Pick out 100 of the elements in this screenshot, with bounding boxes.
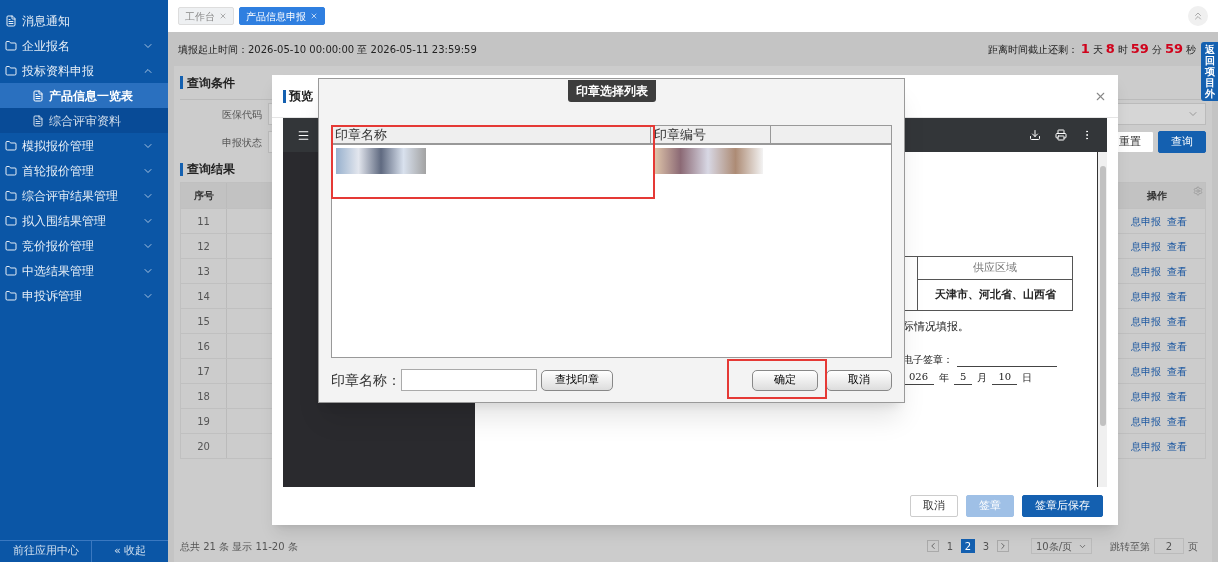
action-link[interactable]: 息申报 bbox=[1131, 263, 1161, 279]
date-value: 5 bbox=[954, 368, 973, 385]
sidebar-item[interactable]: 拟入围结果管理 bbox=[0, 208, 168, 233]
document-note: 际情况填报。 bbox=[903, 319, 970, 335]
sidebar-item[interactable]: 企业报名 bbox=[0, 33, 168, 58]
document-icon bbox=[32, 89, 44, 102]
action-link[interactable]: 查看 bbox=[1167, 338, 1187, 354]
button[interactable]: 签章后保存 bbox=[1022, 495, 1103, 517]
table-cell: 供应区域 bbox=[918, 257, 1072, 280]
action-link[interactable]: 查看 bbox=[1167, 238, 1187, 254]
page-number[interactable]: 1 bbox=[942, 539, 957, 553]
sidebar-item[interactable]: 模拟报价管理 bbox=[0, 133, 168, 158]
sidebar-item[interactable]: 综合评审结果管理 bbox=[0, 183, 168, 208]
table-cell-text: 天津市、河北省、山西省 bbox=[933, 286, 1057, 303]
field-label: 申报状态 bbox=[221, 135, 262, 150]
next-page-icon[interactable] bbox=[996, 540, 1009, 552]
column-header: 操作 bbox=[1147, 189, 1167, 203]
action-link[interactable]: 查看 bbox=[1167, 288, 1187, 304]
action-link[interactable]: 息申报 bbox=[1131, 413, 1161, 429]
jump-label: 跳转至第 bbox=[1110, 539, 1150, 554]
jump-suffix: 页 bbox=[1188, 539, 1198, 554]
collapse-link[interactable]: « 收起 bbox=[92, 541, 168, 562]
sidebar-subitem[interactable]: 产品信息一览表 bbox=[0, 83, 168, 108]
action-link[interactable]: 查看 bbox=[1167, 363, 1187, 379]
folder-icon bbox=[5, 189, 17, 202]
folder-icon bbox=[5, 239, 17, 252]
folder-icon bbox=[5, 289, 17, 302]
date-unit: 月 bbox=[977, 370, 988, 385]
table-cell: 18 bbox=[181, 384, 227, 408]
section-title: 查询条件 bbox=[187, 74, 235, 92]
modal-title: 预览 bbox=[289, 88, 313, 105]
settings-icon[interactable] bbox=[1193, 186, 1203, 196]
return-tab[interactable]: 返回项目外 bbox=[1201, 42, 1218, 101]
action-link[interactable]: 查看 bbox=[1167, 263, 1187, 279]
dialog-button[interactable]: 确定 bbox=[752, 369, 818, 391]
sidebar-item[interactable]: 消息通知 bbox=[0, 8, 168, 33]
action-link[interactable]: 息申报 bbox=[1131, 213, 1161, 229]
countdown-text: 距离时间截止还剩： 1 天 8 时 59 分 59 秒 bbox=[987, 40, 1197, 59]
action-link[interactable]: 查看 bbox=[1167, 213, 1187, 229]
sidebar-item[interactable]: 中选结果管理 bbox=[0, 258, 168, 283]
folder-icon bbox=[5, 39, 17, 52]
action-link[interactable]: 息申报 bbox=[1131, 288, 1161, 304]
jump-field[interactable]: 2 bbox=[1154, 538, 1184, 554]
document-icon bbox=[5, 14, 17, 27]
table-cell: 20 bbox=[181, 434, 227, 458]
table-cell: 15 bbox=[181, 309, 227, 333]
download-icon[interactable] bbox=[1029, 129, 1041, 141]
action-link[interactable]: 息申报 bbox=[1131, 438, 1161, 454]
page-number[interactable]: 3 bbox=[978, 539, 993, 553]
seal-name-field[interactable] bbox=[401, 369, 537, 391]
column-header: 序号 bbox=[181, 183, 227, 208]
printer-icon[interactable] bbox=[1055, 129, 1067, 141]
dialog-title: 印章选择列表 bbox=[567, 80, 656, 102]
table-cell: 14 bbox=[181, 284, 227, 308]
previous-page-icon[interactable] bbox=[926, 540, 939, 552]
sidebar-item[interactable]: 首轮报价管理 bbox=[0, 158, 168, 183]
collapse-up-button[interactable] bbox=[1188, 6, 1208, 26]
search-seal-button[interactable]: 查找印章 bbox=[541, 369, 613, 391]
table-cell: 16 bbox=[181, 334, 227, 358]
action-link[interactable]: 息申报 bbox=[1131, 363, 1161, 379]
action-link[interactable]: 查看 bbox=[1167, 388, 1187, 404]
action-link[interactable]: 查看 bbox=[1167, 438, 1187, 454]
sidebar-item[interactable]: 竞价报价管理 bbox=[0, 233, 168, 258]
page-size-select[interactable]: 10条/页 bbox=[1030, 538, 1092, 554]
button[interactable]: 查询 bbox=[1158, 131, 1206, 153]
chevrons-up-icon bbox=[1192, 10, 1204, 22]
column-header: 印章编号 bbox=[651, 126, 771, 143]
menu-icon[interactable] bbox=[297, 128, 310, 142]
date-unit: 日 bbox=[1022, 370, 1033, 385]
page-number[interactable]: 2 bbox=[960, 539, 975, 553]
period-text: 填报起止时间：2026-05-10 00:00:00 至 2026-05-11 23:59:59 bbox=[178, 42, 478, 57]
folder-icon bbox=[5, 139, 17, 152]
dialog-button[interactable]: 取消 bbox=[826, 369, 892, 391]
button[interactable]: 取消 bbox=[910, 495, 958, 517]
action-link[interactable]: 查看 bbox=[1167, 313, 1187, 329]
folder-icon bbox=[5, 214, 17, 227]
document-icon bbox=[32, 114, 44, 127]
table-cell: 13 bbox=[181, 259, 227, 283]
page-tab[interactable]: 工作台 bbox=[178, 7, 234, 25]
action-link[interactable]: 查看 bbox=[1167, 413, 1187, 429]
date-unit: 年 bbox=[939, 370, 950, 385]
table-cell: 11 bbox=[181, 209, 227, 233]
page-tab[interactable]: 产品信息申报 bbox=[239, 7, 325, 25]
action-link[interactable]: 息申报 bbox=[1131, 238, 1161, 254]
close-icon[interactable] bbox=[219, 12, 227, 20]
table-cell: 19 bbox=[181, 409, 227, 433]
action-link[interactable]: 息申报 bbox=[1131, 388, 1161, 404]
sidebar-item[interactable]: 投标资料申报 bbox=[0, 58, 168, 83]
pagination-summary: 总共 21 条 显示 11-20 条 bbox=[180, 539, 299, 554]
table-cell: 17 bbox=[181, 359, 227, 383]
table-cell: 12 bbox=[181, 234, 227, 258]
action-link[interactable]: 息申报 bbox=[1131, 338, 1161, 354]
field-label: 医保代码 bbox=[221, 107, 262, 122]
sidebar-subitem[interactable]: 综合评审资料 bbox=[0, 108, 168, 133]
folder-icon bbox=[5, 264, 17, 277]
section-title: 查询结果 bbox=[187, 161, 235, 178]
app-center-link[interactable]: 前往应用中心 bbox=[0, 541, 92, 562]
search-label: 印章名称： bbox=[331, 370, 397, 390]
sidebar-item[interactable]: 申投诉管理 bbox=[0, 283, 168, 308]
action-link[interactable]: 息申报 bbox=[1131, 313, 1161, 329]
